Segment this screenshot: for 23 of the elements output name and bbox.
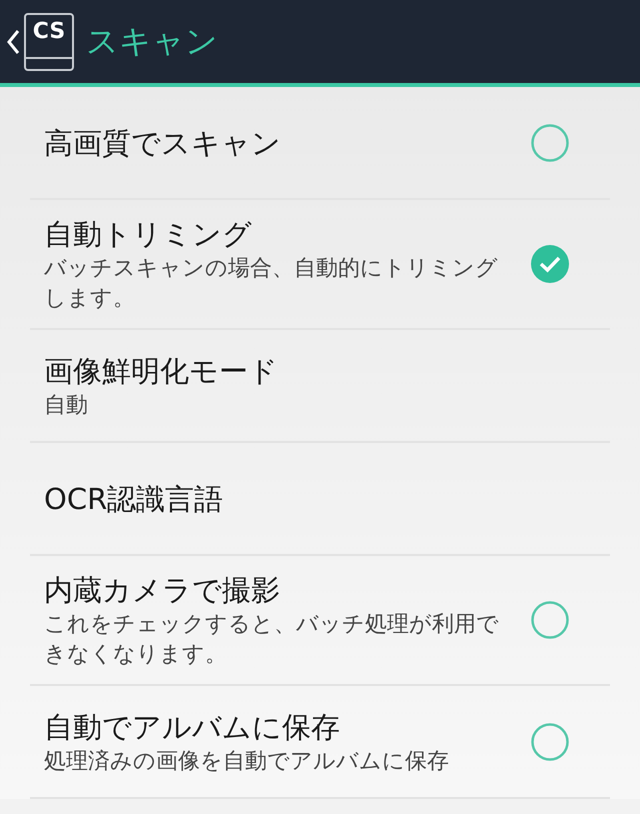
setting-title: OCR認識言語: [44, 480, 224, 518]
settings-item[interactable]: 自動トリミング バッチスキャンの場合、自動的にトリミングします。: [30, 200, 610, 330]
setting-title: 画像鮮明化モード: [44, 352, 278, 390]
setting-summary: これをチェックすると、バッチ処理が利用できなくなります。: [44, 611, 500, 669]
settings-item[interactable]: 高画質でスキャン: [30, 87, 610, 200]
checkbox[interactable]: [530, 122, 570, 162]
app-logo[interactable]: CS: [24, 12, 74, 70]
settings-item[interactable]: OCR認識言語: [30, 443, 610, 556]
checkbox[interactable]: [530, 722, 570, 762]
setting-summary: 処理済みの画像を自動でアルバムに保存: [44, 748, 449, 776]
settings-item[interactable]: 自動でアルバムに保存 処理済みの画像を自動でアルバムに保存: [30, 686, 610, 799]
setting-title: 内蔵カメラで撮影: [44, 572, 281, 609]
setting-summary: バッチスキャンの場合、自動的にトリミングします。: [44, 255, 499, 313]
setting-title: 自動でアルバムに保存: [44, 708, 341, 746]
back-icon[interactable]: [6, 28, 20, 56]
setting-summary: 自動: [44, 392, 89, 420]
setting-title: 自動トリミング: [44, 216, 253, 253]
settings-item[interactable]: 画像鮮明化モード 自動: [30, 330, 610, 443]
settings-item[interactable]: 内蔵カメラで撮影 これをチェックすると、バッチ処理が利用できなくなります。: [30, 556, 610, 686]
checked-checkbox[interactable]: [530, 244, 570, 284]
screen-title: スキャン: [86, 20, 218, 62]
checkbox[interactable]: [530, 600, 570, 640]
setting-title: 高画質でスキャン: [44, 124, 281, 162]
